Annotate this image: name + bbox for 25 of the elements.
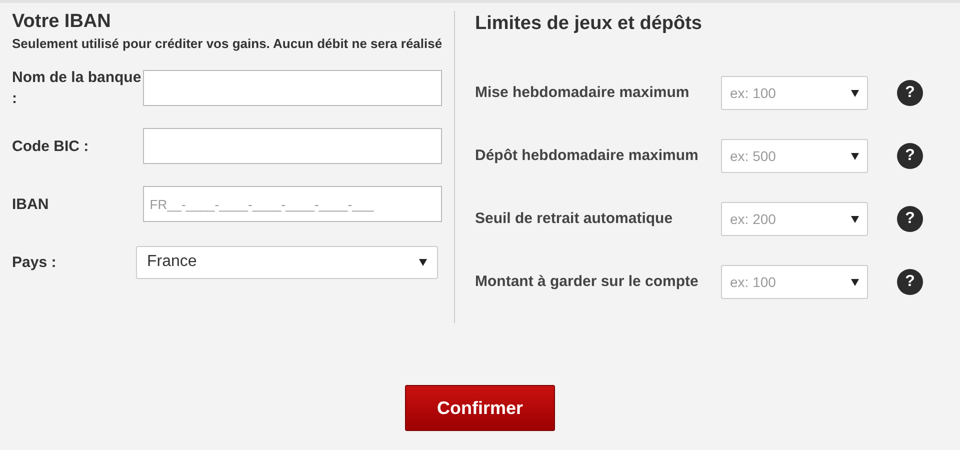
help-icon[interactable]: ? [897,143,923,169]
section-title: Limites de jeux et dépôts [475,13,703,35]
help-icon[interactable]: ? [897,269,923,295]
input-field[interactable] [142,70,442,106]
country-dropdown[interactable]: France [136,246,438,278]
limit-label: Mise hebdomadaire maximum [475,83,690,103]
caret-icon [851,152,859,160]
caret-icon [851,90,859,96]
caret-icon [419,258,427,266]
field-label: Code BIC : [12,136,90,156]
field-label: Pays : [12,252,58,272]
caret-icon [851,216,859,222]
caret-icon [851,278,859,286]
limit-label: Dépôt hebdomadaire maximum [475,146,700,166]
help-icon[interactable]: ? [897,80,923,106]
section-note: Seulement utilisé pour créditer vos gains. Aucun débit ne sera réalisé [12,37,444,51]
limit-label: Montant à garder sur le compte [475,272,700,292]
input-field[interactable]: FR__-____-____-____-____-____-___ [142,186,442,222]
limit-label: Seuil de retrait automatique [475,209,674,229]
confirm-button[interactable]: Confirmer [405,385,555,431]
input-field[interactable] [142,128,442,164]
field-label: Nom de la banque : [12,68,142,109]
help-icon[interactable]: ? [897,206,923,232]
section-title: Votre IBAN [12,11,112,33]
field-label: IBAN [12,194,50,214]
